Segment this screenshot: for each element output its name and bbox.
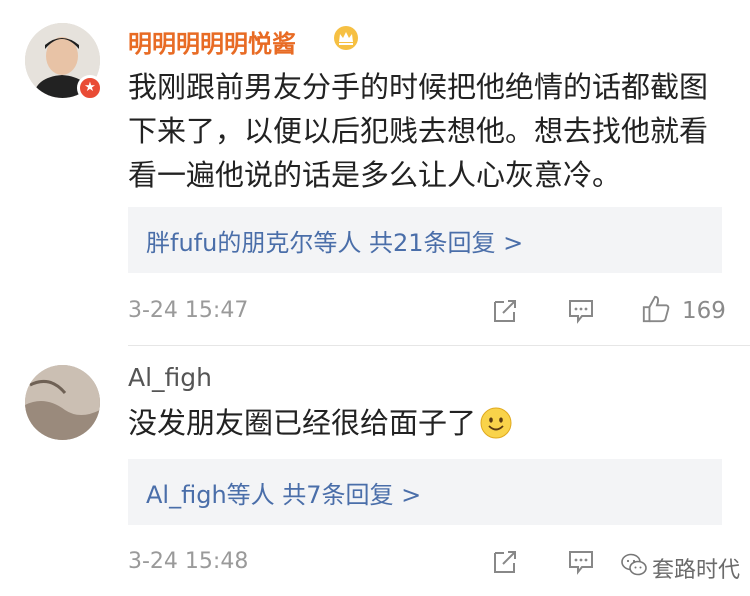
- share-icon[interactable]: [490, 296, 520, 326]
- replies-link[interactable]: Al_figh等人 共7条回复 >: [146, 475, 421, 510]
- watermark-text: 套路时代: [652, 558, 741, 583]
- like-count: 169: [682, 298, 726, 324]
- like-icon[interactable]: [641, 294, 671, 324]
- crown-icon: [334, 26, 358, 50]
- timestamp: 3-24 15:47: [128, 298, 249, 323]
- username[interactable]: 明明明明明悦酱: [128, 24, 296, 59]
- reply-icon[interactable]: [566, 547, 596, 577]
- timestamp: 3-24 15:48: [128, 549, 249, 574]
- share-icon[interactable]: [490, 547, 520, 577]
- avatar-image: [25, 365, 100, 440]
- comment-text-content: 没发朋友圈已经很给面子了: [128, 406, 477, 440]
- comment-1: ★ 明明明明明悦酱 我刚跟前男友分手的时候把他绝情的话都截图下来了，以便以后犯贱…: [0, 0, 750, 345]
- verified-badge-icon: ★: [77, 75, 103, 101]
- reply-icon[interactable]: [566, 296, 596, 326]
- wechat-icon: [621, 553, 647, 576]
- replies-link[interactable]: 胖fufu的朋克尔等人 共21条回复 >: [146, 223, 523, 258]
- watermark: 套路时代: [620, 550, 750, 583]
- avatar[interactable]: [25, 365, 100, 440]
- comment-meta: 3-24 15:47 169: [0, 292, 750, 332]
- replies-box[interactable]: Al_figh等人 共7条回复 >: [128, 459, 722, 525]
- smiley-emoji-icon: [480, 407, 512, 439]
- replies-box[interactable]: 胖fufu的朋克尔等人 共21条回复 >: [128, 207, 722, 273]
- comment-text: 没发朋友圈已经很给面子了: [128, 401, 718, 445]
- comment-text: 我刚跟前男友分手的时候把他绝情的话都截图下来了，以便以后犯贱去想他。想去找他就看…: [128, 70, 709, 192]
- username[interactable]: Al_figh: [128, 363, 212, 392]
